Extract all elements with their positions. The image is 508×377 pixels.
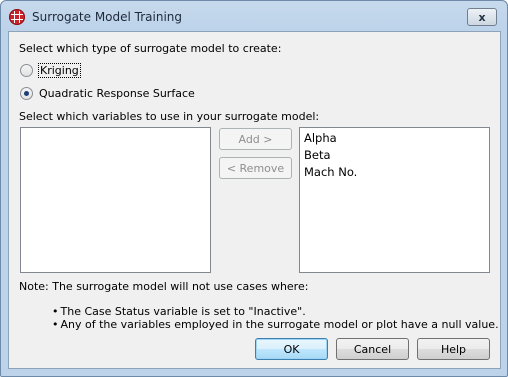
available-variables-list[interactable] — [20, 127, 211, 273]
bullet-icon: • — [52, 318, 59, 331]
note-bullet-2: • Any of the variables employed in the s… — [52, 318, 499, 331]
radio-kriging[interactable]: Kriging — [20, 63, 81, 78]
ok-button[interactable]: OK — [255, 338, 328, 360]
dialog-window: Surrogate Model Training x Select which … — [0, 0, 508, 377]
radio-quadratic-response-surface[interactable]: Quadratic Response Surface — [20, 87, 195, 100]
add-button[interactable]: Add > — [219, 128, 292, 150]
cancel-button[interactable]: Cancel — [336, 338, 409, 360]
bullet-icon: • — [52, 305, 59, 318]
radio-quadratic-indicator[interactable] — [20, 87, 33, 100]
note-bullet-1-text: The Case Status variable is set to "Inac… — [60, 305, 306, 318]
note-bullet-1: • The Case Status variable is set to "In… — [52, 305, 306, 318]
remove-button[interactable]: < Remove — [219, 157, 292, 179]
list-item-alpha[interactable]: Alpha — [300, 130, 489, 147]
model-type-prompt: Select which type of surrogate model to … — [19, 42, 282, 55]
app-logo-icon — [9, 9, 25, 25]
radio-kriging-indicator[interactable] — [20, 64, 33, 77]
radio-kriging-label[interactable]: Kriging — [38, 63, 81, 78]
list-item-mach-no[interactable]: Mach No. — [300, 164, 489, 181]
close-icon: x — [478, 10, 486, 24]
close-button[interactable]: x — [467, 8, 497, 26]
window-title: Surrogate Model Training — [32, 10, 183, 24]
help-button[interactable]: Help — [417, 338, 490, 360]
note-bullet-2-text: Any of the variables employed in the sur… — [60, 318, 499, 331]
variables-prompt: Select which variables to use in your su… — [19, 110, 320, 123]
title-bar[interactable]: Surrogate Model Training x — [1, 1, 507, 31]
note-text: Note: The surrogate model will not use c… — [19, 280, 309, 293]
list-item-beta[interactable]: Beta — [300, 147, 489, 164]
dialog-body: Select which type of surrogate model to … — [8, 31, 501, 369]
radio-quadratic-label[interactable]: Quadratic Response Surface — [39, 87, 195, 100]
selected-variables-list[interactable]: Alpha Beta Mach No. — [299, 127, 490, 273]
